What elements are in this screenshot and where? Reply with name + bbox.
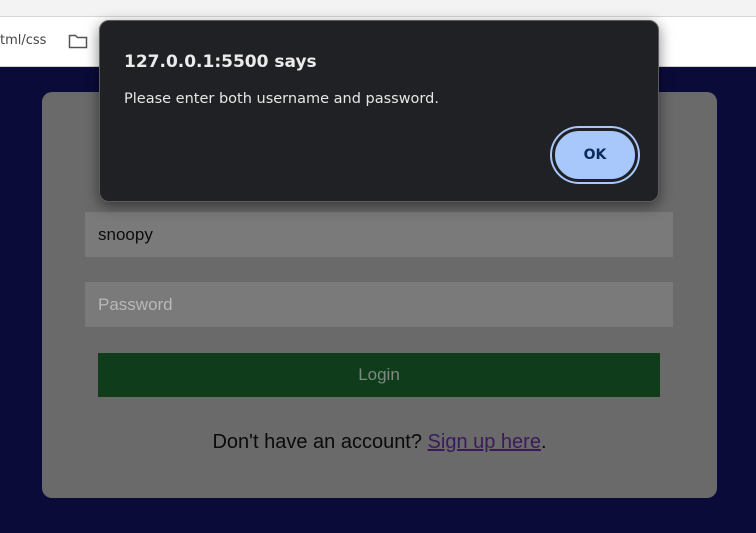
signup-prompt-text: Don't have an account?: [212, 431, 428, 453]
browser-title-bar: [0, 0, 756, 17]
ok-button[interactable]: OK: [552, 128, 638, 182]
password-input[interactable]: [85, 282, 673, 327]
username-input[interactable]: [85, 212, 673, 257]
signup-trailing: .: [540, 431, 547, 453]
bookmark-path-label[interactable]: tml/css: [0, 33, 46, 48]
signup-prompt: Don't have an account? Sign up here.: [42, 431, 717, 454]
alert-message: Please enter both username and password.: [124, 91, 439, 107]
signup-link[interactable]: Sign up here: [428, 431, 541, 453]
alert-dialog: 127.0.0.1:5500 says Please enter both us…: [99, 20, 659, 202]
alert-title: 127.0.0.1:5500 says: [124, 52, 317, 72]
folder-icon[interactable]: [68, 33, 88, 49]
login-button[interactable]: Login: [98, 353, 660, 397]
